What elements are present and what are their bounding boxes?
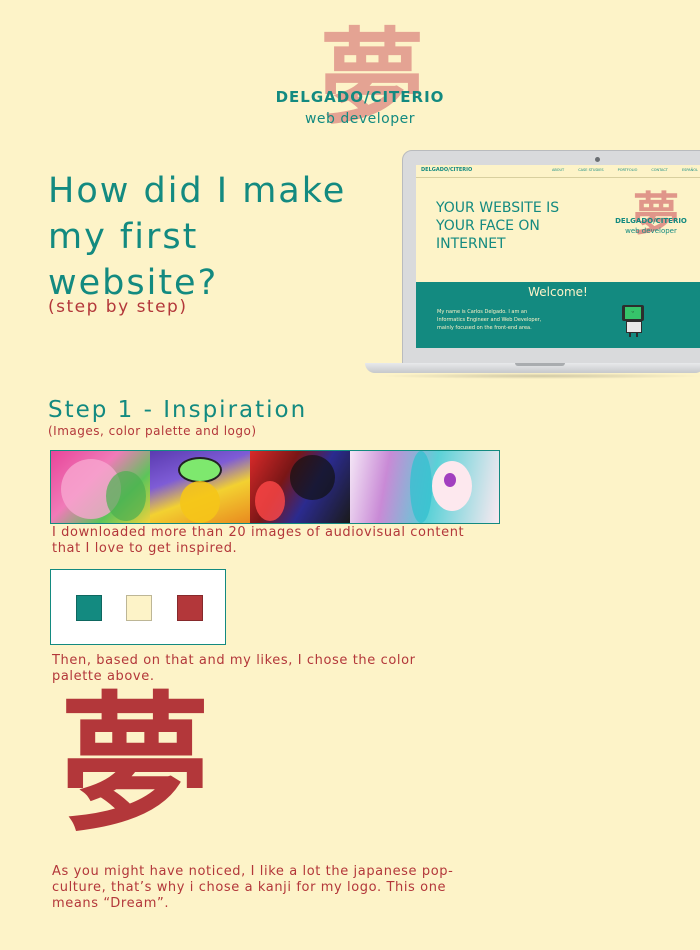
page-subtitle: (step by step)	[48, 297, 188, 317]
logo-role: web developer	[304, 111, 415, 127]
page-title: How did I make my first website?	[48, 171, 347, 303]
inspiration-image	[150, 451, 250, 523]
inspiration-image	[51, 451, 150, 523]
dream-kanji-logo: 夢	[60, 677, 211, 853]
palette-swatch-teal	[76, 595, 102, 621]
inspiration-image	[250, 451, 350, 523]
camera-dot	[595, 157, 600, 162]
header-logo: 夢 DELGADO/CITERIO web developer	[265, 26, 455, 167]
palette-swatch-red	[177, 595, 203, 621]
site-welcome-heading: Welcome!	[528, 285, 588, 299]
palette-swatch-cream	[126, 595, 152, 621]
step-1-title: Step 1 - Inspiration	[48, 397, 308, 423]
images-caption: I downloaded more than 20 images of audi…	[52, 525, 465, 556]
step-1-subtitle: (Images, color palette and logo)	[48, 424, 257, 438]
site-nav-links: ABOUT CASE STUDIES PORTFOLIO CONTACT ESP…	[552, 168, 698, 172]
logo-brand-name: DELGADO/CITERIO	[275, 88, 445, 106]
logo-caption: As you might have noticed, I like a lot …	[52, 864, 454, 911]
site-intro-text: My name is Carlos Delgado. I am an Infor…	[437, 309, 542, 331]
laptop-notch	[515, 363, 565, 366]
site-nav-link: CONTACT	[651, 168, 668, 172]
site-nav-link: PORTFOLIO	[617, 168, 638, 172]
site-nav-link: ESPAÑOL	[681, 168, 698, 172]
laptop-mockup: DELGADO/CITERIO ABOUT CASE STUDIES PORTF…	[365, 150, 700, 385]
robot-icon: ᵕ	[621, 305, 645, 337]
site-logo: 夢 DELGADO/CITERIO web developer	[611, 191, 691, 265]
site-nav-brand: DELGADO/CITERIO	[421, 167, 473, 173]
laptop-shadow	[375, 373, 700, 379]
site-navbar: DELGADO/CITERIO ABOUT CASE STUDIES PORTF…	[416, 165, 700, 178]
site-nav-link: ABOUT	[551, 168, 565, 172]
site-logo-brand: DELGADO/CITERIO	[615, 217, 687, 225]
site-nav-link: CASE STUDIES	[578, 168, 604, 172]
color-palette-card	[50, 569, 226, 645]
laptop-screen: DELGADO/CITERIO ABOUT CASE STUDIES PORTF…	[416, 165, 700, 348]
site-hero-text: YOUR WEBSITE IS YOUR FACE ON INTERNET	[436, 200, 560, 252]
inspiration-image	[350, 451, 499, 523]
inspiration-image-strip	[50, 450, 500, 524]
site-logo-role: web developer	[625, 227, 677, 235]
